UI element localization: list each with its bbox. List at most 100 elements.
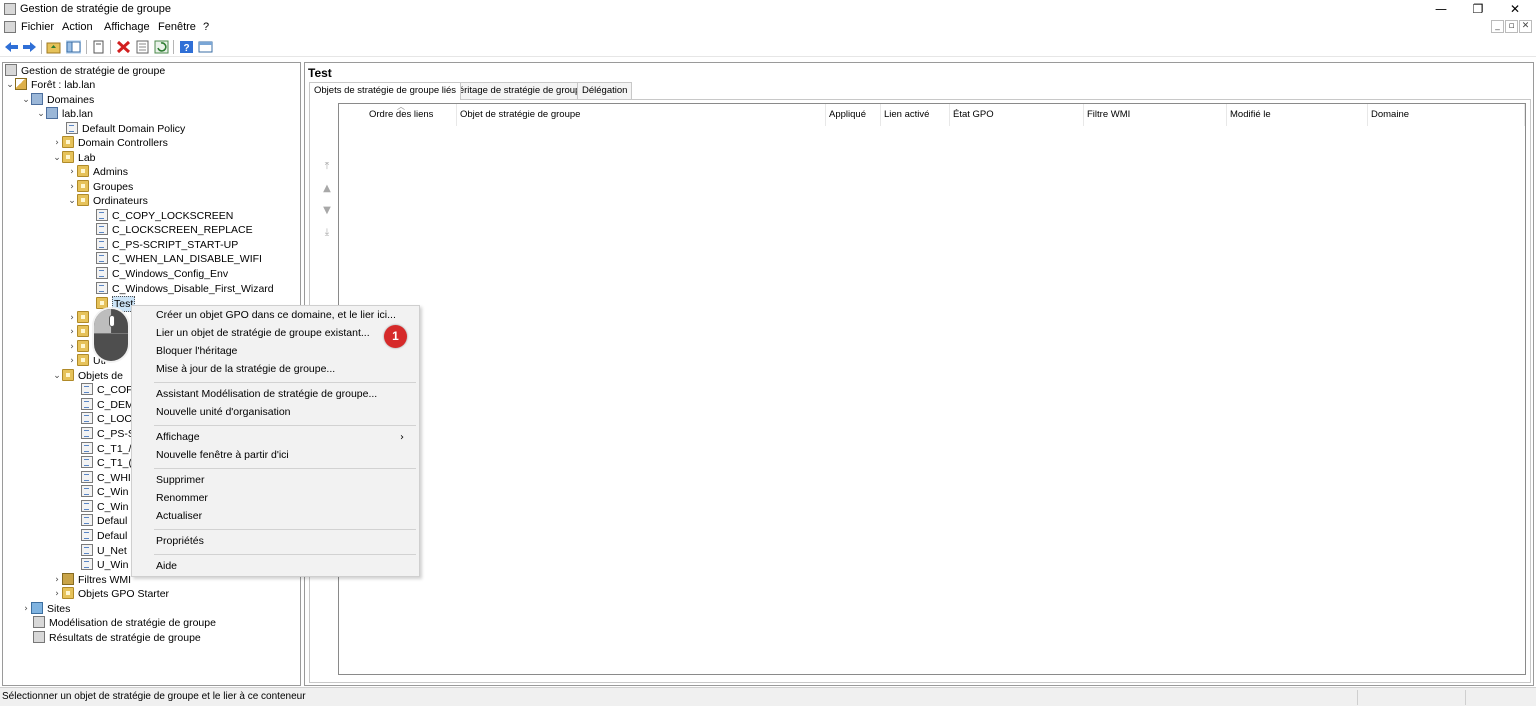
- tree-item-gpo-object[interactable]: Defaul: [81, 529, 127, 543]
- tree-item-root[interactable]: Gestion de stratégie de groupe: [5, 64, 165, 78]
- tree-item-gpo[interactable]: C_WHEN_LAN_DISABLE_WIFI: [96, 252, 262, 266]
- move-up-icon[interactable]: ▲: [320, 182, 334, 196]
- move-down-icon[interactable]: ▼: [320, 204, 334, 218]
- up-folder-icon[interactable]: [46, 40, 61, 54]
- back-arrow-icon[interactable]: [4, 40, 19, 54]
- chevron-right-icon[interactable]: ›: [67, 340, 77, 354]
- tree-item-gpo-object[interactable]: C_PS-S: [81, 427, 135, 441]
- tree-item-gpo-object[interactable]: C_COF: [81, 383, 133, 397]
- menu-action[interactable]: Action: [62, 21, 93, 33]
- column-header-domain[interactable]: Domaine: [1367, 104, 1525, 126]
- refresh-icon[interactable]: [154, 40, 169, 54]
- menu-help[interactable]: ?: [203, 21, 209, 33]
- tree-item-ou-collapsed[interactable]: ›: [67, 340, 93, 354]
- menu-item-view[interactable]: Affichage ›: [156, 429, 414, 446]
- tree-item-gpo-object[interactable]: C_DEM: [81, 398, 134, 412]
- chevron-right-icon[interactable]: ›: [67, 165, 77, 179]
- menu-item-properties[interactable]: Propriétés: [156, 533, 204, 550]
- linked-gpo-list[interactable]: ︿ Ordre des liens Objet de stratégie de …: [338, 102, 1526, 675]
- restore-button[interactable]: ❐: [1461, 0, 1495, 18]
- menu-item-link-existing-gpo[interactable]: Lier un objet de stratégie de groupe exi…: [156, 325, 370, 342]
- tree-item-gpo[interactable]: C_Windows_Disable_First_Wizard: [96, 282, 274, 296]
- chevron-right-icon[interactable]: ›: [21, 602, 31, 616]
- tab-inheritance[interactable]: Héritage de stratégie de groupe: [447, 82, 591, 99]
- tree-item-ou-collapsed[interactable]: ›: [67, 311, 93, 325]
- copy-icon[interactable]: [91, 40, 106, 54]
- chevron-down-icon[interactable]: ⌄: [52, 369, 62, 383]
- menu-affichage[interactable]: Affichage: [104, 21, 150, 33]
- menu-item-refresh[interactable]: Actualiser: [156, 508, 202, 525]
- chevron-down-icon[interactable]: ⌄: [52, 151, 62, 165]
- mdi-close-button[interactable]: ✕: [1519, 20, 1532, 33]
- help-icon[interactable]: ?: [179, 40, 194, 54]
- tree-item-gpo-object[interactable]: U_Net: [81, 544, 127, 558]
- gpmc-app-icon[interactable]: [4, 3, 16, 15]
- show-tree-icon[interactable]: [66, 40, 81, 54]
- forward-arrow-icon[interactable]: [22, 40, 37, 54]
- tree-item-sites[interactable]: › Sites: [21, 602, 70, 616]
- tree-item-lab[interactable]: ⌄ Lab: [52, 151, 96, 165]
- tree-item-domain-controllers[interactable]: › Domain Controllers: [52, 136, 168, 150]
- mdi-minimize-button[interactable]: _: [1491, 20, 1504, 33]
- mdi-restore-button[interactable]: ▫: [1505, 20, 1518, 33]
- chevron-down-icon[interactable]: ⌄: [21, 93, 31, 107]
- tree-item-gpo-object[interactable]: C_T1_/: [81, 442, 131, 456]
- tree-item-ou-collapsed[interactable]: ›: [67, 325, 93, 339]
- console-menu-icon[interactable]: [4, 21, 16, 33]
- chevron-right-icon[interactable]: ›: [52, 573, 62, 587]
- tree-item-gpo-object[interactable]: C_Win: [81, 500, 129, 514]
- tree-item-groupes[interactable]: › Groupes: [67, 180, 133, 194]
- column-header-link-order[interactable]: Ordre des liens: [365, 104, 457, 126]
- menu-item-new-window[interactable]: Nouvelle fenêtre à partir d'ici: [156, 447, 289, 464]
- tree-item-gpo[interactable]: C_COPY_LOCKSCREEN: [96, 209, 233, 223]
- tree-item-gpo-object[interactable]: C_WHI: [81, 471, 131, 485]
- move-bottom-icon[interactable]: ⤓: [320, 226, 334, 240]
- menu-fenetre[interactable]: Fenêtre: [158, 21, 196, 33]
- tree-item-default-domain-policy[interactable]: Default Domain Policy: [66, 122, 185, 136]
- tree-item-forest[interactable]: ⌄ Forêt : lab.lan: [5, 78, 95, 92]
- column-header-wmi-filter[interactable]: Filtre WMI: [1083, 104, 1227, 126]
- chevron-right-icon[interactable]: ›: [67, 354, 77, 368]
- properties-icon[interactable]: [135, 40, 150, 54]
- menu-fichier[interactable]: Fichier: [21, 21, 54, 33]
- chevron-down-icon[interactable]: ⌄: [67, 194, 77, 208]
- tree-item-gpo-object[interactable]: U_Win: [81, 558, 129, 572]
- column-header-link-enabled[interactable]: Lien activé: [880, 104, 950, 126]
- chevron-down-icon[interactable]: ⌄: [36, 107, 46, 121]
- menu-item-delete[interactable]: Supprimer: [156, 472, 204, 489]
- minimize-button[interactable]: —: [1424, 0, 1458, 18]
- column-header-gpo[interactable]: Objet de stratégie de groupe: [456, 104, 826, 126]
- tree-item-objets-gpo[interactable]: ⌄ Objets de: [52, 369, 123, 383]
- tree-item-gpo-object[interactable]: C_Win: [81, 485, 129, 499]
- column-header-enforced[interactable]: Appliqué: [825, 104, 881, 126]
- tree-item-gpo[interactable]: C_PS-SCRIPT_START-UP: [96, 238, 238, 252]
- tree-item-domains[interactable]: ⌄ Domaines: [21, 93, 94, 107]
- chevron-right-icon[interactable]: ›: [67, 325, 77, 339]
- menu-item-new-ou[interactable]: Nouvelle unité d'organisation: [156, 404, 291, 421]
- tree-item-gpo-object[interactable]: C_T1_(: [81, 456, 132, 470]
- tree-item-gpo-object[interactable]: Defaul: [81, 514, 127, 528]
- menu-item-modeling-wizard[interactable]: Assistant Modélisation de stratégie de g…: [156, 386, 377, 403]
- tree-item-admins[interactable]: › Admins: [67, 165, 128, 179]
- tab-delegation[interactable]: Délégation: [577, 82, 633, 99]
- delete-icon[interactable]: [116, 40, 131, 54]
- tree-item-gpo[interactable]: C_Windows_Config_Env: [96, 267, 228, 281]
- chevron-right-icon[interactable]: ›: [67, 180, 77, 194]
- tree-item-gpo[interactable]: C_LOCKSCREEN_REPLACE: [96, 223, 253, 237]
- close-button[interactable]: ✕: [1498, 0, 1532, 18]
- menu-item-create-gpo[interactable]: Créer un objet GPO dans ce domaine, et l…: [156, 307, 396, 324]
- chevron-right-icon[interactable]: ›: [52, 587, 62, 601]
- tree-item-objets-gpo-starter[interactable]: › Objets GPO Starter: [52, 587, 169, 601]
- tree-item-ordinateurs[interactable]: ⌄ Ordinateurs: [67, 194, 148, 208]
- tree-item-gpo-object[interactable]: C_LOC: [81, 412, 132, 426]
- menu-item-block-inheritance[interactable]: Bloquer l'héritage: [156, 343, 237, 360]
- chevron-right-icon[interactable]: ›: [67, 311, 77, 325]
- tree-item-resultats[interactable]: Résultats de stratégie de groupe: [33, 631, 201, 645]
- chevron-right-icon[interactable]: ›: [52, 136, 62, 150]
- menu-item-group-policy-update[interactable]: Mise à jour de la stratégie de groupe...: [156, 361, 335, 378]
- tab-linked-gpos[interactable]: Objets de stratégie de groupe liés: [309, 82, 462, 100]
- chevron-down-icon[interactable]: ⌄: [5, 78, 15, 92]
- tree-item-domain[interactable]: ⌄ lab.lan: [36, 107, 93, 121]
- console-icon[interactable]: [198, 40, 213, 54]
- tree-item-modelisation[interactable]: Modélisation de stratégie de groupe: [33, 616, 216, 630]
